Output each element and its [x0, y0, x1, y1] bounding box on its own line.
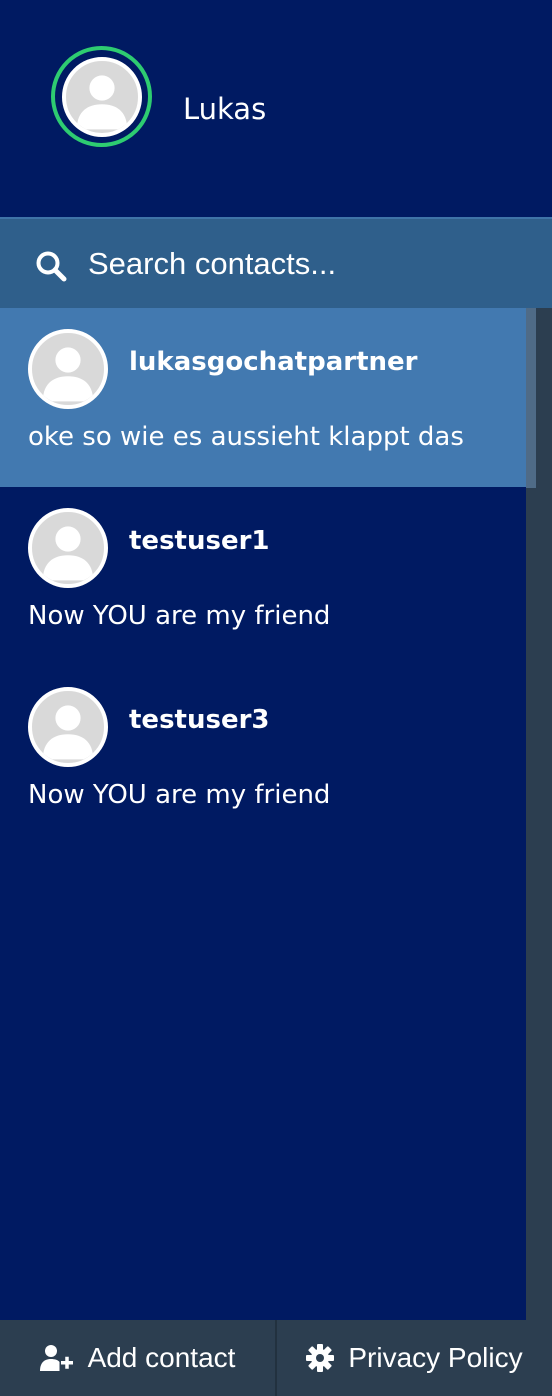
search-input[interactable] [88, 241, 528, 287]
user-silhouette-icon [28, 508, 108, 588]
contact-last-message: Now YOU are my friend [28, 780, 331, 810]
contact-last-message: Now YOU are my friend [28, 601, 331, 631]
contact-name: lukasgochatpartner [129, 347, 418, 377]
contact-item-testuser1[interactable]: testuser1 Now YOU are my friend [0, 487, 526, 666]
contact-last-message: oke so wie es aussieht klappt das [28, 422, 464, 452]
contact-item-testuser3[interactable]: testuser3 Now YOU are my friend [0, 666, 526, 845]
footer-bar: Add contact Privacy Policy [0, 1320, 552, 1396]
profile-avatar[interactable] [51, 46, 152, 147]
search-icon [35, 250, 67, 282]
profile-name: Lukas [183, 92, 267, 126]
contact-list-scrollbar[interactable] [526, 308, 552, 1320]
gear-icon [306, 1344, 335, 1372]
scrollbar-thumb[interactable] [526, 308, 536, 488]
contact-name: testuser3 [129, 705, 270, 735]
user-silhouette-icon [61, 56, 142, 137]
user-plus-icon [39, 1345, 73, 1371]
privacy-policy-label: Privacy Policy [348, 1342, 523, 1373]
user-silhouette-icon [28, 687, 108, 767]
contact-item-lukasgochatpartner[interactable]: lukasgochatpartner oke so wie es aussieh… [0, 308, 526, 487]
search-bar [0, 217, 552, 308]
add-contact-label: Add contact [87, 1342, 236, 1373]
user-silhouette-icon [28, 329, 108, 409]
contact-name: testuser1 [129, 526, 270, 556]
privacy-policy-button[interactable]: Privacy Policy [275, 1320, 552, 1396]
profile-header: Lukas [0, 0, 552, 217]
add-contact-button[interactable]: Add contact [0, 1320, 275, 1396]
contact-list: lukasgochatpartner oke so wie es aussieh… [0, 308, 526, 1320]
